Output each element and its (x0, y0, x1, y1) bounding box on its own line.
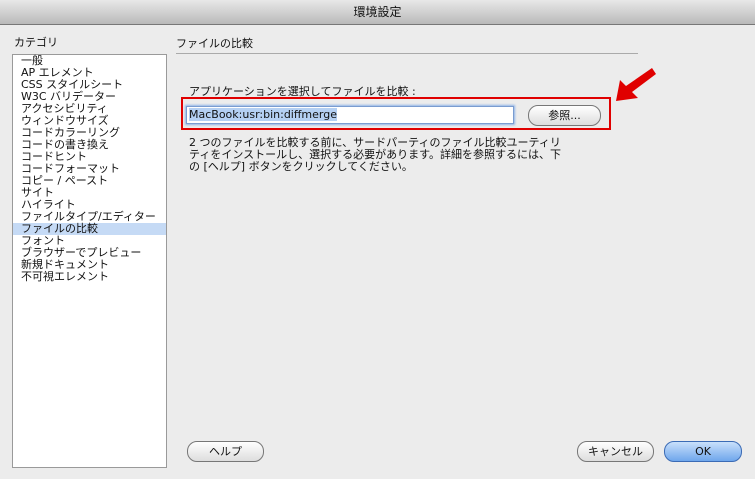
panel-title: ファイルの比較 (176, 37, 253, 50)
browse-button[interactable]: 参照... (528, 105, 601, 126)
divider (176, 53, 638, 54)
red-arrow-icon (616, 68, 656, 101)
description: 2 つのファイルを比較する前に、サードパーティのファイル比較ユーティリ ティをイ… (189, 137, 579, 173)
ok-button[interactable]: OK (664, 441, 742, 462)
category-list[interactable]: 一般 AP エレメント CSS スタイルシート W3C バリデーター アクセシビリティウ… (12, 54, 167, 468)
title-bar: 環境設定 (0, 0, 755, 25)
compare-app-input[interactable]: MacBook:usr:bin:diffmerge (186, 106, 514, 124)
help-button[interactable]: ヘルプ (187, 441, 264, 462)
window-title: 環境設定 (353, 5, 402, 19)
category-label: カテゴリ (14, 36, 58, 49)
compare-app-value: MacBook:usr:bin:diffmerge (189, 108, 337, 121)
category-item[interactable]: 不可視エレメント (13, 271, 166, 283)
description-line: の [ヘルプ] ボタンをクリックしてください。 (189, 160, 413, 173)
cancel-button[interactable]: キャンセル (577, 441, 654, 462)
